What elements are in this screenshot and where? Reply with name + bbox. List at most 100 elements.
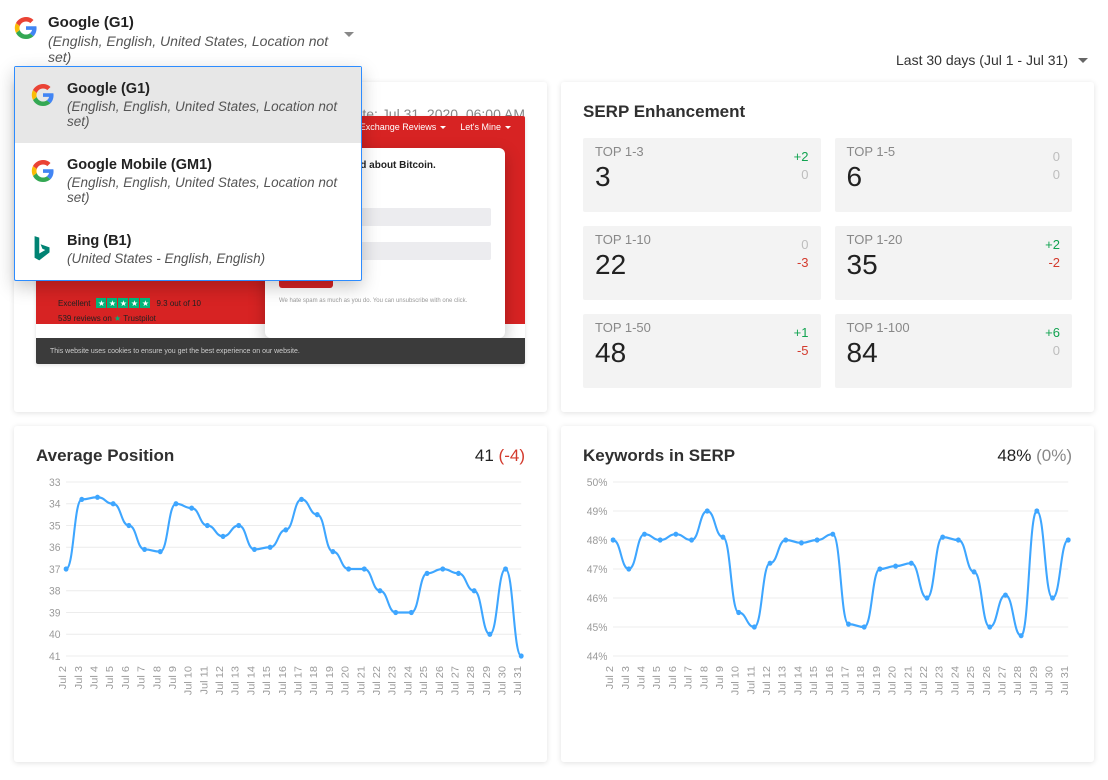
svg-text:Jul 21: Jul 21 xyxy=(903,666,915,695)
cookie-banner: This website uses cookies to ensure you … xyxy=(36,338,525,364)
svg-text:Jul 6: Jul 6 xyxy=(667,666,679,689)
engine-title: Google (G1) xyxy=(48,14,338,31)
engine-option[interactable]: Google (G1) (English, English, United St… xyxy=(15,67,361,143)
svg-text:Jul 9: Jul 9 xyxy=(714,666,726,689)
google-icon xyxy=(14,16,38,40)
svg-text:Jul 18: Jul 18 xyxy=(855,666,867,695)
svg-text:Jul 20: Jul 20 xyxy=(887,666,899,695)
date-range-label: Last 30 days (Jul 1 - Jul 31) xyxy=(896,52,1068,68)
svg-text:Jul 27: Jul 27 xyxy=(997,666,1009,695)
svg-text:36: 36 xyxy=(49,542,61,554)
svg-text:Jul 26: Jul 26 xyxy=(434,666,446,695)
svg-text:Jul 21: Jul 21 xyxy=(356,666,368,695)
svg-text:40: 40 xyxy=(49,629,61,641)
svg-text:Jul 27: Jul 27 xyxy=(450,666,462,695)
svg-text:Jul 4: Jul 4 xyxy=(636,666,648,689)
svg-text:Jul 31: Jul 31 xyxy=(1060,666,1072,695)
svg-text:33: 33 xyxy=(49,477,61,489)
svg-text:Jul 28: Jul 28 xyxy=(1012,666,1024,695)
svg-text:49%: 49% xyxy=(587,506,608,518)
svg-text:Jul 30: Jul 30 xyxy=(497,666,509,695)
keywords-chart: 44%45%46%47%48%49%50%Jul 2Jul 3Jul 4Jul … xyxy=(583,476,1072,708)
svg-text:Jul 5: Jul 5 xyxy=(651,666,663,689)
serp-tiles: TOP 1-3 3 +20TOP 1-5 6 00TOP 1-10 22 0-3… xyxy=(583,138,1072,388)
svg-text:Jul 5: Jul 5 xyxy=(104,666,116,689)
svg-text:Jul 9: Jul 9 xyxy=(167,666,179,689)
svg-text:Jul 17: Jul 17 xyxy=(293,666,305,695)
svg-text:Jul 31: Jul 31 xyxy=(513,666,525,695)
average-position-card: Average Position 41 (-4) 33 34 35 36 37 38 39 4… xyxy=(14,426,547,762)
svg-text:38: 38 xyxy=(49,585,61,597)
svg-text:Jul 28: Jul 28 xyxy=(465,666,477,695)
serp-tile[interactable]: TOP 1-50 48 +1-5 xyxy=(583,314,821,388)
svg-text:Jul 3: Jul 3 xyxy=(73,666,85,689)
card-title: Average Position xyxy=(36,446,174,466)
svg-text:Jul 29: Jul 29 xyxy=(481,666,493,695)
svg-text:45%: 45% xyxy=(587,622,608,634)
svg-text:Jul 23: Jul 23 xyxy=(387,666,399,695)
svg-text:46%: 46% xyxy=(587,593,608,605)
svg-text:Jul 24: Jul 24 xyxy=(950,666,962,695)
search-engine-selector[interactable]: Google (G1) (English, English, United St… xyxy=(14,14,354,65)
svg-text:Jul 29: Jul 29 xyxy=(1028,666,1040,695)
svg-text:Jul 22: Jul 22 xyxy=(918,666,930,695)
svg-text:Jul 8: Jul 8 xyxy=(152,666,164,689)
serp-tile[interactable]: TOP 1-20 35 +2-2 xyxy=(835,226,1073,300)
svg-text:Jul 4: Jul 4 xyxy=(89,666,101,689)
svg-text:Jul 23: Jul 23 xyxy=(934,666,946,695)
serp-tile[interactable]: TOP 1-10 22 0-3 xyxy=(583,226,821,300)
caret-down-icon xyxy=(1078,58,1088,63)
trustpilot-row: Excellent ★★★★★ 9.3 out of 10 xyxy=(58,298,201,308)
svg-text:Jul 15: Jul 15 xyxy=(261,666,273,695)
svg-text:Jul 10: Jul 10 xyxy=(183,666,195,695)
svg-text:48%: 48% xyxy=(587,535,608,547)
card-title: Keywords in SERP xyxy=(583,446,735,466)
svg-text:Jul 24: Jul 24 xyxy=(403,666,415,695)
svg-text:Jul 18: Jul 18 xyxy=(308,666,320,695)
caret-down-icon xyxy=(344,32,354,37)
serp-enhancement-card: SERP Enhancement TOP 1-3 3 +20TOP 1-5 6 … xyxy=(561,82,1094,412)
svg-text:Jul 8: Jul 8 xyxy=(699,666,711,689)
svg-text:Jul 25: Jul 25 xyxy=(418,666,430,695)
reviews-row: 539 reviews on ★ Trustpilot xyxy=(58,314,156,323)
card-title: SERP Enhancement xyxy=(583,102,1072,122)
google-icon xyxy=(31,83,55,107)
engine-dropdown: Google (G1) (English, English, United St… xyxy=(14,66,362,281)
serp-tile[interactable]: TOP 1-3 3 +20 xyxy=(583,138,821,212)
svg-text:47%: 47% xyxy=(587,564,608,576)
serp-tile[interactable]: TOP 1-100 84 +60 xyxy=(835,314,1073,388)
svg-text:50%: 50% xyxy=(587,477,608,489)
svg-text:Jul 2: Jul 2 xyxy=(604,666,616,689)
svg-text:34: 34 xyxy=(49,498,61,510)
svg-text:39: 39 xyxy=(49,607,61,619)
avg-position-chart: 333435363738394041Jul 2Jul 3Jul 4Jul 5Ju… xyxy=(36,476,525,708)
svg-text:35: 35 xyxy=(49,520,61,532)
bing-icon xyxy=(31,235,55,259)
svg-text:Jul 13: Jul 13 xyxy=(777,666,789,695)
svg-text:Jul 12: Jul 12 xyxy=(761,666,773,695)
svg-text:Jul 14: Jul 14 xyxy=(793,666,805,695)
avg-position-value: 41 (-4) xyxy=(475,446,525,466)
svg-text:Jul 19: Jul 19 xyxy=(324,666,336,695)
svg-text:Jul 16: Jul 16 xyxy=(824,666,836,695)
svg-text:Jul 17: Jul 17 xyxy=(840,666,852,695)
svg-text:Jul 7: Jul 7 xyxy=(683,666,695,689)
engine-option[interactable]: Google Mobile (GM1) (English, English, U… xyxy=(15,143,361,219)
svg-text:Jul 2: Jul 2 xyxy=(57,666,69,689)
svg-text:Jul 15: Jul 15 xyxy=(808,666,820,695)
svg-text:Jul 26: Jul 26 xyxy=(981,666,993,695)
date-range-selector[interactable]: Last 30 days (Jul 1 - Jul 31) xyxy=(896,52,1094,68)
svg-text:Jul 11: Jul 11 xyxy=(746,666,758,695)
engine-option[interactable]: Bing (B1) (United States - English, Engl… xyxy=(15,219,361,280)
svg-text:Jul 7: Jul 7 xyxy=(136,666,148,689)
keywords-value: 48% (0%) xyxy=(997,446,1072,466)
svg-text:37: 37 xyxy=(49,564,61,576)
svg-text:Jul 10: Jul 10 xyxy=(730,666,742,695)
svg-text:Jul 19: Jul 19 xyxy=(871,666,883,695)
svg-text:Jul 16: Jul 16 xyxy=(277,666,289,695)
engine-subtitle: (English, English, United States, Locati… xyxy=(48,33,338,65)
serp-tile[interactable]: TOP 1-5 6 00 xyxy=(835,138,1073,212)
keywords-in-serp-card: Keywords in SERP 48% (0%) 44%45%46%47%48… xyxy=(561,426,1094,762)
svg-text:Jul 14: Jul 14 xyxy=(246,666,258,695)
svg-text:Jul 30: Jul 30 xyxy=(1044,666,1056,695)
